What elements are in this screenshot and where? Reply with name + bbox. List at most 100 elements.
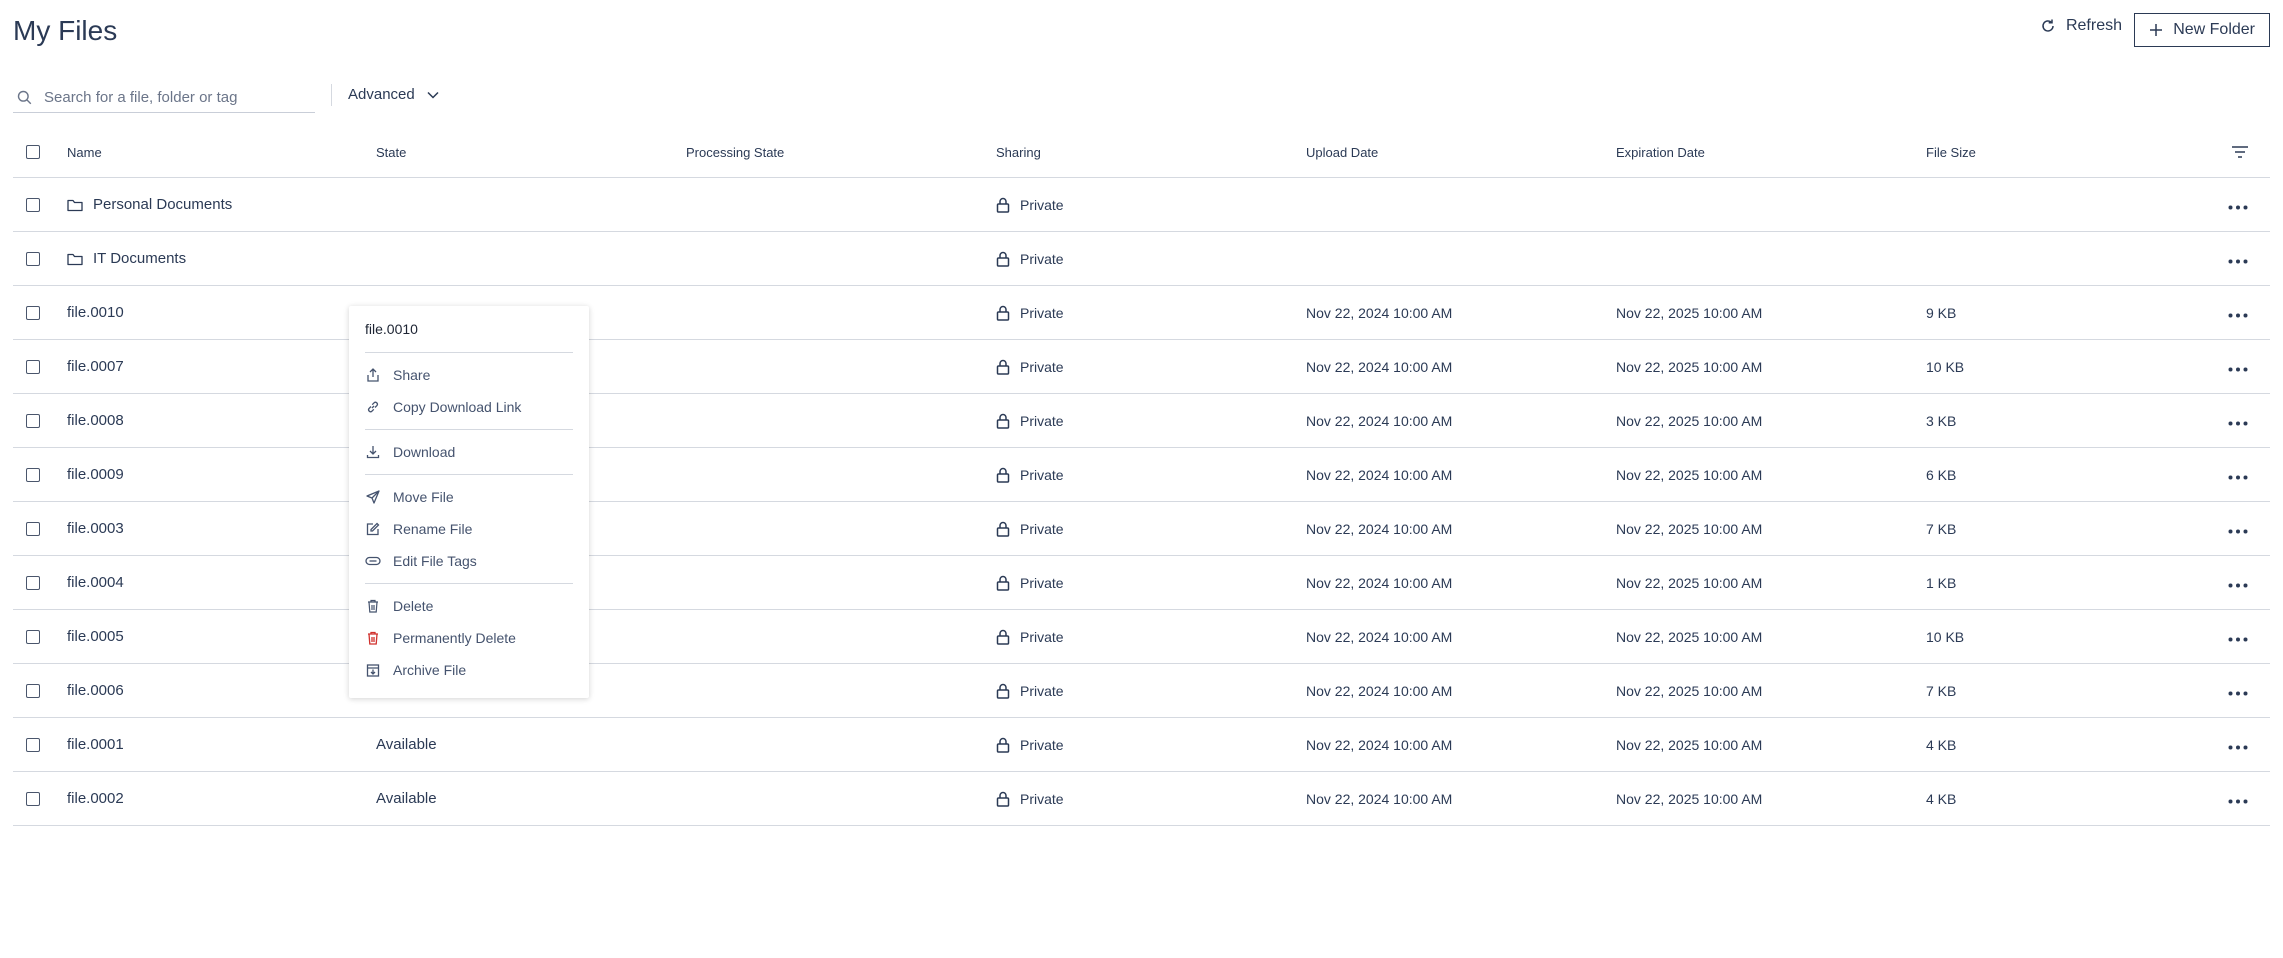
- folder-name[interactable]: Personal Documents: [93, 196, 232, 213]
- row-actions-cell: [2106, 771, 2270, 826]
- lock-icon: [996, 737, 1010, 753]
- row-checkbox[interactable]: [26, 575, 40, 590]
- table-row[interactable]: file.0001 Available Private Nov 22, 2024 10…: [13, 717, 2270, 772]
- row-checkbox[interactable]: [26, 467, 40, 482]
- menu-item-download[interactable]: Download: [365, 436, 573, 468]
- more-horizontal-icon[interactable]: [2228, 521, 2248, 537]
- sharing-text: Private: [1020, 628, 1064, 645]
- more-horizontal-icon[interactable]: [2228, 413, 2248, 429]
- expiration-date: Nov 22, 2025 10:00 AM: [1616, 466, 1763, 483]
- file-name[interactable]: file.0004: [67, 574, 124, 591]
- row-actions-cell: [2106, 231, 2270, 286]
- file-name[interactable]: file.0002: [67, 790, 124, 807]
- row-actions-cell: [2106, 339, 2270, 394]
- sharing-cell: Private: [996, 359, 1306, 375]
- menu-item-label: Delete: [393, 598, 434, 614]
- name-cell: file.0003: [67, 520, 376, 537]
- lock-icon: [996, 629, 1010, 645]
- column-header-processing-state[interactable]: Processing State: [686, 127, 996, 178]
- file-name[interactable]: file.0008: [67, 412, 124, 429]
- row-checkbox[interactable]: [26, 521, 40, 536]
- more-horizontal-icon[interactable]: [2228, 575, 2248, 591]
- row-checkbox[interactable]: [26, 305, 40, 320]
- more-horizontal-icon[interactable]: [2228, 629, 2248, 645]
- lock-icon: [996, 791, 1010, 807]
- menu-item-label: Share: [393, 367, 431, 383]
- menu-item-label: Copy Download Link: [393, 399, 522, 415]
- row-checkbox[interactable]: [26, 413, 40, 428]
- menu-item-delete[interactable]: Delete: [365, 590, 573, 622]
- table-row[interactable]: file.0002 Available Private Nov 22, 2024 10…: [13, 771, 2270, 826]
- sharing-cell: Private: [996, 737, 1306, 753]
- column-header-expiration-date[interactable]: Expiration Date: [1616, 127, 1926, 178]
- row-checkbox[interactable]: [26, 791, 40, 806]
- lock-icon: [996, 251, 1010, 267]
- row-checkbox[interactable]: [26, 197, 40, 212]
- column-header-file-size[interactable]: File Size: [1926, 127, 2106, 178]
- state-text: Available: [376, 790, 437, 807]
- menu-item-label: Download: [393, 444, 456, 460]
- menu-item-label: Permanently Delete: [393, 630, 516, 646]
- search-input[interactable]: [42, 87, 306, 107]
- row-checkbox[interactable]: [26, 251, 40, 266]
- column-header-upload-date[interactable]: Upload Date: [1306, 127, 1616, 178]
- row-checkbox[interactable]: [26, 359, 40, 374]
- lock-icon: [996, 305, 1010, 321]
- column-header-sharing[interactable]: Sharing: [996, 127, 1306, 178]
- menu-item-move-file[interactable]: Move File: [365, 481, 573, 513]
- refresh-button[interactable]: Refresh: [2040, 17, 2122, 35]
- menu-item-share[interactable]: Share: [365, 359, 573, 391]
- filter-icon[interactable]: [2232, 146, 2248, 158]
- sharing-cell: Private: [996, 791, 1306, 807]
- sharing-cell: Private: [996, 413, 1306, 429]
- name-cell: file.0010: [67, 304, 376, 321]
- menu-item-archive-file[interactable]: Archive File: [365, 654, 573, 686]
- new-folder-button[interactable]: New Folder: [2134, 13, 2270, 47]
- file-size: 7 KB: [1926, 682, 1957, 699]
- folder-name[interactable]: IT Documents: [93, 250, 186, 267]
- row-checkbox[interactable]: [26, 683, 40, 698]
- column-header-name[interactable]: Name: [67, 127, 376, 178]
- more-horizontal-icon[interactable]: [2228, 737, 2248, 753]
- table-row[interactable]: Personal Documents Private: [13, 177, 2270, 232]
- upload-date: Nov 22, 2024 10:00 AM: [1306, 790, 1453, 807]
- more-horizontal-icon[interactable]: [2228, 305, 2248, 321]
- menu-item-edit-file-tags[interactable]: Edit File Tags: [365, 545, 573, 577]
- menu-item-label: Edit File Tags: [393, 553, 477, 569]
- row-checkbox[interactable]: [26, 629, 40, 644]
- file-name[interactable]: file.0006: [67, 682, 124, 699]
- more-horizontal-icon[interactable]: [2228, 359, 2248, 375]
- file-name[interactable]: file.0003: [67, 520, 124, 537]
- table-row[interactable]: IT Documents Private: [13, 231, 2270, 286]
- more-horizontal-icon[interactable]: [2228, 791, 2248, 807]
- sharing-text: Private: [1020, 466, 1064, 483]
- expiration-date: Nov 22, 2025 10:00 AM: [1616, 790, 1763, 807]
- menu-item-label: Move File: [393, 489, 454, 505]
- menu-item-permanently-delete[interactable]: Permanently Delete: [365, 622, 573, 654]
- lock-icon: [996, 575, 1010, 591]
- page-title: My Files: [13, 15, 118, 46]
- more-horizontal-icon[interactable]: [2228, 251, 2248, 267]
- more-horizontal-icon[interactable]: [2228, 467, 2248, 483]
- expiration-date: Nov 22, 2025 10:00 AM: [1616, 412, 1763, 429]
- context-menu-title: file.0010: [365, 306, 573, 353]
- file-name[interactable]: file.0010: [67, 304, 124, 321]
- more-horizontal-icon[interactable]: [2228, 683, 2248, 699]
- context-menu: file.0010 Share Copy Download Link Downloa…: [349, 306, 589, 698]
- sharing-cell: Private: [996, 521, 1306, 537]
- sharing-cell: Private: [996, 251, 1306, 267]
- select-all-checkbox[interactable]: [26, 145, 40, 159]
- menu-item-rename-file[interactable]: Rename File: [365, 513, 573, 545]
- advanced-search-toggle[interactable]: Advanced: [348, 86, 439, 103]
- file-name[interactable]: file.0005: [67, 628, 124, 645]
- file-name[interactable]: file.0001: [67, 736, 124, 753]
- more-horizontal-icon[interactable]: [2228, 197, 2248, 213]
- link-icon: [365, 400, 381, 414]
- file-size: 1 KB: [1926, 574, 1957, 591]
- row-checkbox[interactable]: [26, 737, 40, 752]
- menu-item-copy-download-link[interactable]: Copy Download Link: [365, 391, 573, 423]
- file-name[interactable]: file.0007: [67, 358, 124, 375]
- file-name[interactable]: file.0009: [67, 466, 124, 483]
- column-header-state[interactable]: State: [376, 127, 686, 178]
- expiration-date: Nov 22, 2025 10:00 AM: [1616, 520, 1763, 537]
